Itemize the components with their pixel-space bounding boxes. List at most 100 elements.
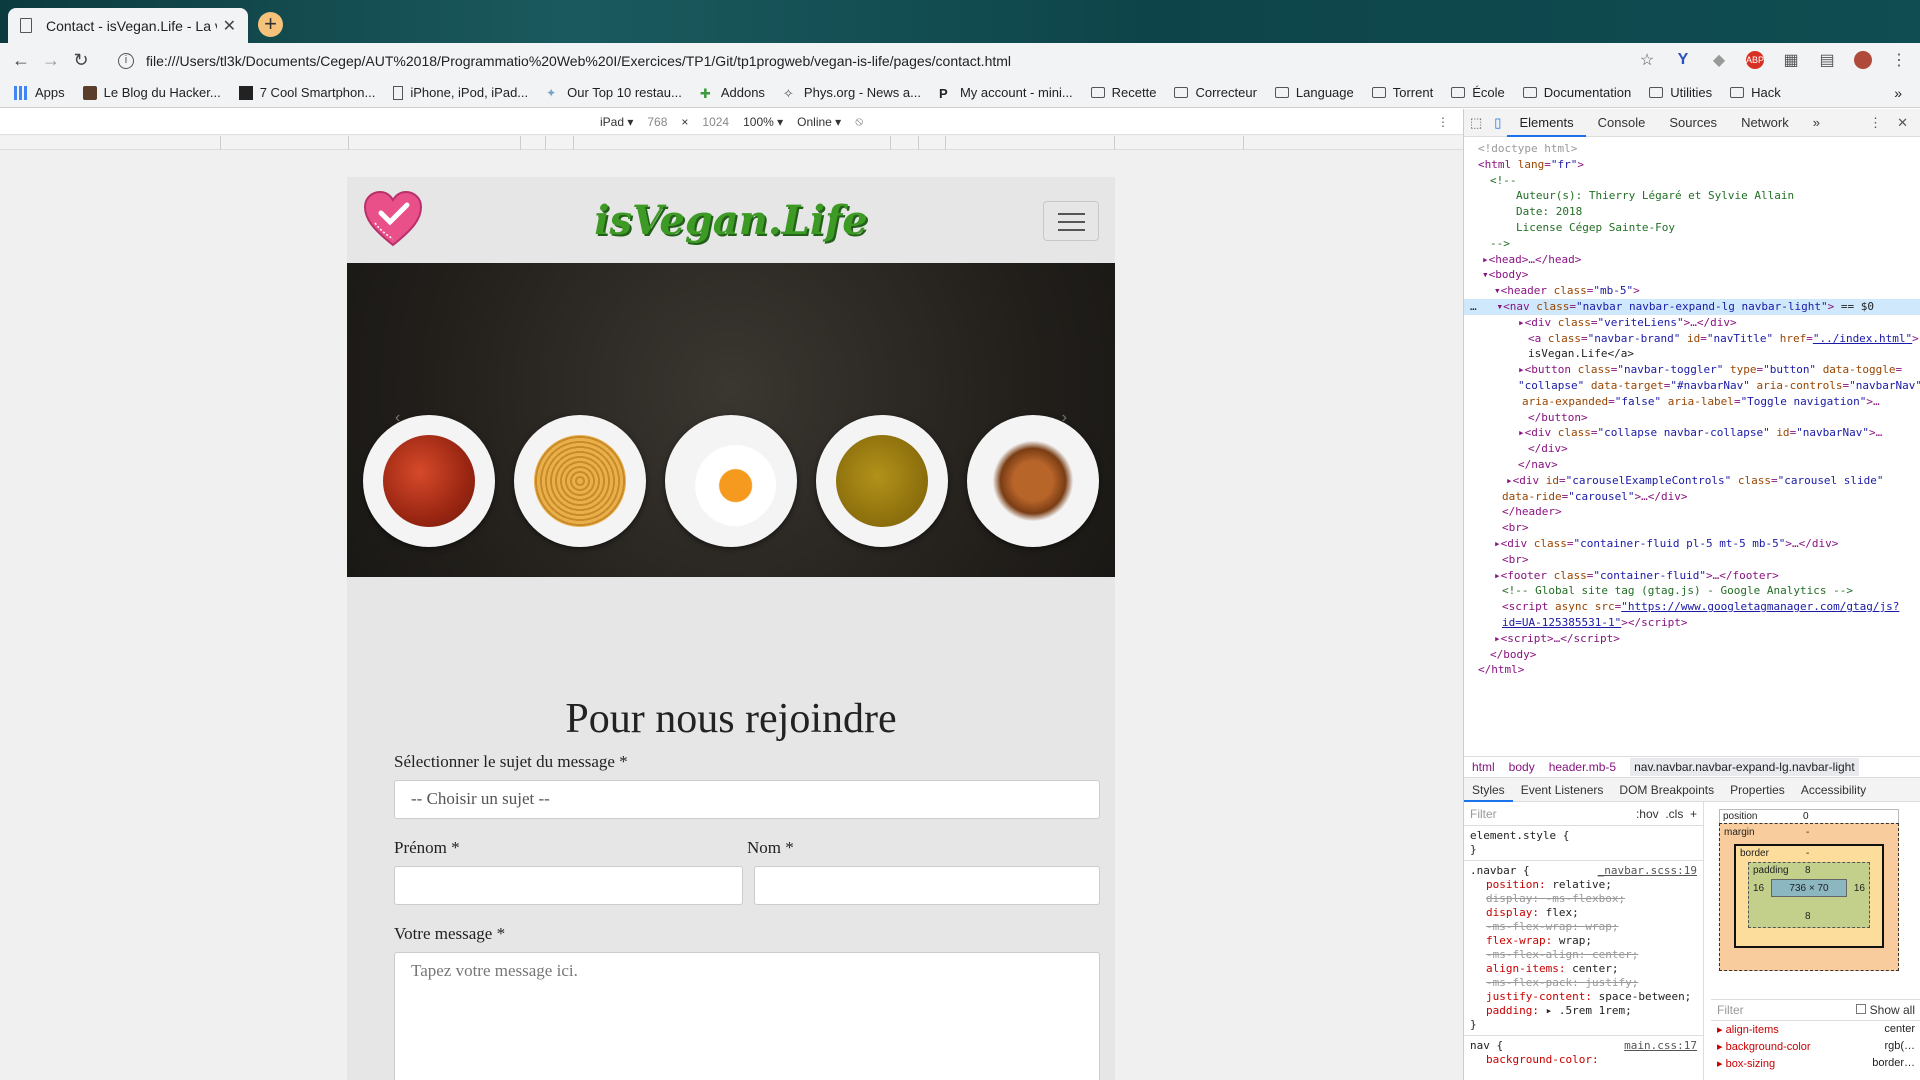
dom-line[interactable]: </html> [1464,662,1920,678]
css-property[interactable]: -ms-flex-align: center; [1470,948,1697,962]
bookmark-apps[interactable]: Apps [14,85,65,100]
bookmark-item[interactable]: 7 Cool Smartphon... [238,85,375,100]
tab-accessibility[interactable]: Accessibility [1793,778,1874,802]
box-margin-value[interactable]: - [1806,827,1809,838]
source-link[interactable]: main.css:17 [1624,1039,1697,1053]
bookmark-item[interactable]: iPhone, iPod, iPad... [393,85,528,100]
dom-line[interactable]: <html lang="fr"> [1464,157,1920,173]
computed-row[interactable]: ▸ box-sizing border… [1711,1055,1920,1072]
dom-line[interactable]: Auteur(s): Thierry Légaré et Sylvie Alla… [1464,188,1920,204]
bookmark-folder[interactable]: École [1451,85,1505,100]
extension-icon[interactable]: ▤ [1818,50,1836,70]
bookmark-item[interactable]: ✦ Our Top 10 restau... [546,85,682,100]
food-carousel[interactable]: ‹ › [347,263,1115,577]
dom-line[interactable]: <!doctype html> [1464,141,1920,157]
dom-line[interactable]: ▸<script>…</script> [1464,631,1920,647]
source-link[interactable]: _navbar.scss:19 [1598,864,1697,878]
css-property[interactable]: position: relative; [1470,878,1697,892]
bookmark-folder[interactable]: Recette [1090,85,1156,100]
dom-line[interactable]: "collapse" data-target="#navbarNav" aria… [1464,378,1920,394]
site-brand[interactable]: isVegan.Life [347,197,1115,244]
dom-line[interactable]: aria-expanded="false" aria-label="Toggle… [1464,394,1920,410]
cls-toggle[interactable]: .cls [1665,807,1683,821]
css-property[interactable]: display: -ms-flexbox; [1470,892,1697,906]
css-property[interactable]: padding: ▸ .5rem 1rem; [1470,1004,1697,1018]
navbar-selector[interactable]: .navbar { [1470,864,1530,878]
dom-line[interactable]: <br> [1464,520,1920,536]
dom-tree[interactable]: <!doctype html> <html lang="fr"> <!-- Au… [1464,137,1920,747]
new-tab-button[interactable]: + [258,12,283,37]
box-position-value[interactable]: 0 [1803,811,1809,822]
breadcrumb-item[interactable]: body [1509,760,1535,774]
tab-styles[interactable]: Styles [1464,778,1513,802]
dom-line-selected[interactable]: … ▾<nav class="navbar navbar-expand-lg n… [1464,298,1920,315]
tab-network[interactable]: Network [1729,109,1801,137]
bookmark-item[interactable]: P My account - mini... [939,85,1073,101]
device-mode-icon[interactable]: ▯ [1488,109,1507,137]
dom-line[interactable]: ▸<div class="container-fluid pl-5 mt-5 m… [1464,536,1920,552]
dom-line[interactable]: data-ride="carousel">…</div> [1464,489,1920,505]
dom-line[interactable]: ▸<div id="carouselExampleControls" class… [1464,473,1920,489]
rotate-icon[interactable]: ⦸ [855,114,863,129]
box-padding-right[interactable]: 16 [1854,883,1865,894]
add-rule-icon[interactable]: + [1690,807,1697,821]
back-arrow-icon[interactable]: ← [6,50,36,71]
css-property[interactable]: justify-content: space-between; [1470,990,1697,1004]
bookmark-folder[interactable]: Correcteur [1174,85,1257,100]
breadcrumb-item[interactable]: header.mb-5 [1549,760,1616,774]
close-devtools-icon[interactable]: ✕ [1897,115,1908,131]
element-style-selector[interactable]: element.style { [1470,829,1697,843]
info-icon[interactable]: i [118,53,134,69]
dom-line[interactable]: </div> [1464,441,1920,457]
tab-sources[interactable]: Sources [1657,109,1729,137]
computed-row[interactable]: ▸ background-color rgb(… [1711,1038,1920,1055]
bookmark-folder[interactable]: Language [1274,85,1354,100]
dom-line[interactable]: <!-- Global site tag (gtag.js) - Google … [1464,583,1920,599]
dom-line[interactable]: </body> [1464,647,1920,663]
box-content[interactable]: 736 × 70 [1771,879,1847,897]
dom-line[interactable]: isVegan.Life</a> [1464,346,1920,362]
address-bar[interactable]: i file:///Users/tl3k/Documents/Cegep/AUT… [104,47,1674,75]
tab-console[interactable]: Console [1586,109,1658,137]
dom-line[interactable]: ▾<body> [1464,267,1920,283]
more-tabs-icon[interactable]: » [1801,109,1832,137]
star-icon[interactable]: ☆ [1638,50,1656,70]
css-property[interactable]: flex-wrap: wrap; [1470,934,1697,948]
dom-line[interactable]: --> [1464,236,1920,252]
bookmark-item[interactable]: ✚ Addons [700,85,765,101]
bookmark-folder[interactable]: Torrent [1371,85,1433,100]
close-tab-icon[interactable]: ✕ [223,16,236,36]
dom-line[interactable]: ▸<div class="veriteLiens">…</div> [1464,315,1920,331]
nav-selector[interactable]: nav { [1470,1039,1503,1053]
breadcrumb-item[interactable]: html [1472,760,1495,774]
computed-filter-input[interactable]: Filter [1717,1003,1744,1017]
menu-icon[interactable]: ⋮ [1890,50,1908,70]
dom-line[interactable]: </nav> [1464,457,1920,473]
device-select[interactable]: iPad ▾ [600,115,633,129]
devtools-menu-icon[interactable]: ⋮ [1869,115,1882,131]
width-input[interactable]: 768 [647,115,667,129]
css-property[interactable]: align-items: center; [1470,962,1697,976]
dom-line[interactable]: ▸<button class="navbar-toggler" type="bu… [1464,362,1920,378]
zoom-select[interactable]: 100% ▾ [743,115,783,129]
tab-event-listeners[interactable]: Event Listeners [1513,778,1612,802]
network-select[interactable]: Online ▾ [797,115,841,129]
dom-line[interactable]: <!-- [1464,173,1920,189]
css-property[interactable]: display: flex; [1470,906,1697,920]
dom-line[interactable]: Date: 2018 [1464,204,1920,220]
more-options-icon[interactable]: ⋮ [1437,115,1449,129]
dom-line[interactable]: ▾<header class="mb-5"> [1464,283,1920,299]
url-text[interactable]: file:///Users/tl3k/Documents/Cegep/AUT%2… [146,53,1011,69]
box-border-value[interactable]: - [1806,848,1809,859]
extension-icon[interactable]: ◆ [1710,50,1728,70]
height-input[interactable]: 1024 [702,115,729,129]
dom-line[interactable]: <a class="navbar-brand" id="navTitle" hr… [1464,331,1920,347]
subject-select[interactable]: -- Choisir un sujet -- [394,780,1100,819]
dom-line[interactable]: </button> [1464,410,1920,426]
hov-toggle[interactable]: :hov [1636,807,1659,821]
box-padding-left[interactable]: 16 [1753,883,1764,894]
dom-line[interactable]: <script async src="https://www.googletag… [1464,599,1920,615]
inspect-icon[interactable]: ⬚ [1464,109,1488,137]
css-property[interactable]: -ms-flex-wrap: wrap; [1470,920,1697,934]
css-property[interactable]: -ms-flex-pack: justify; [1470,976,1697,990]
